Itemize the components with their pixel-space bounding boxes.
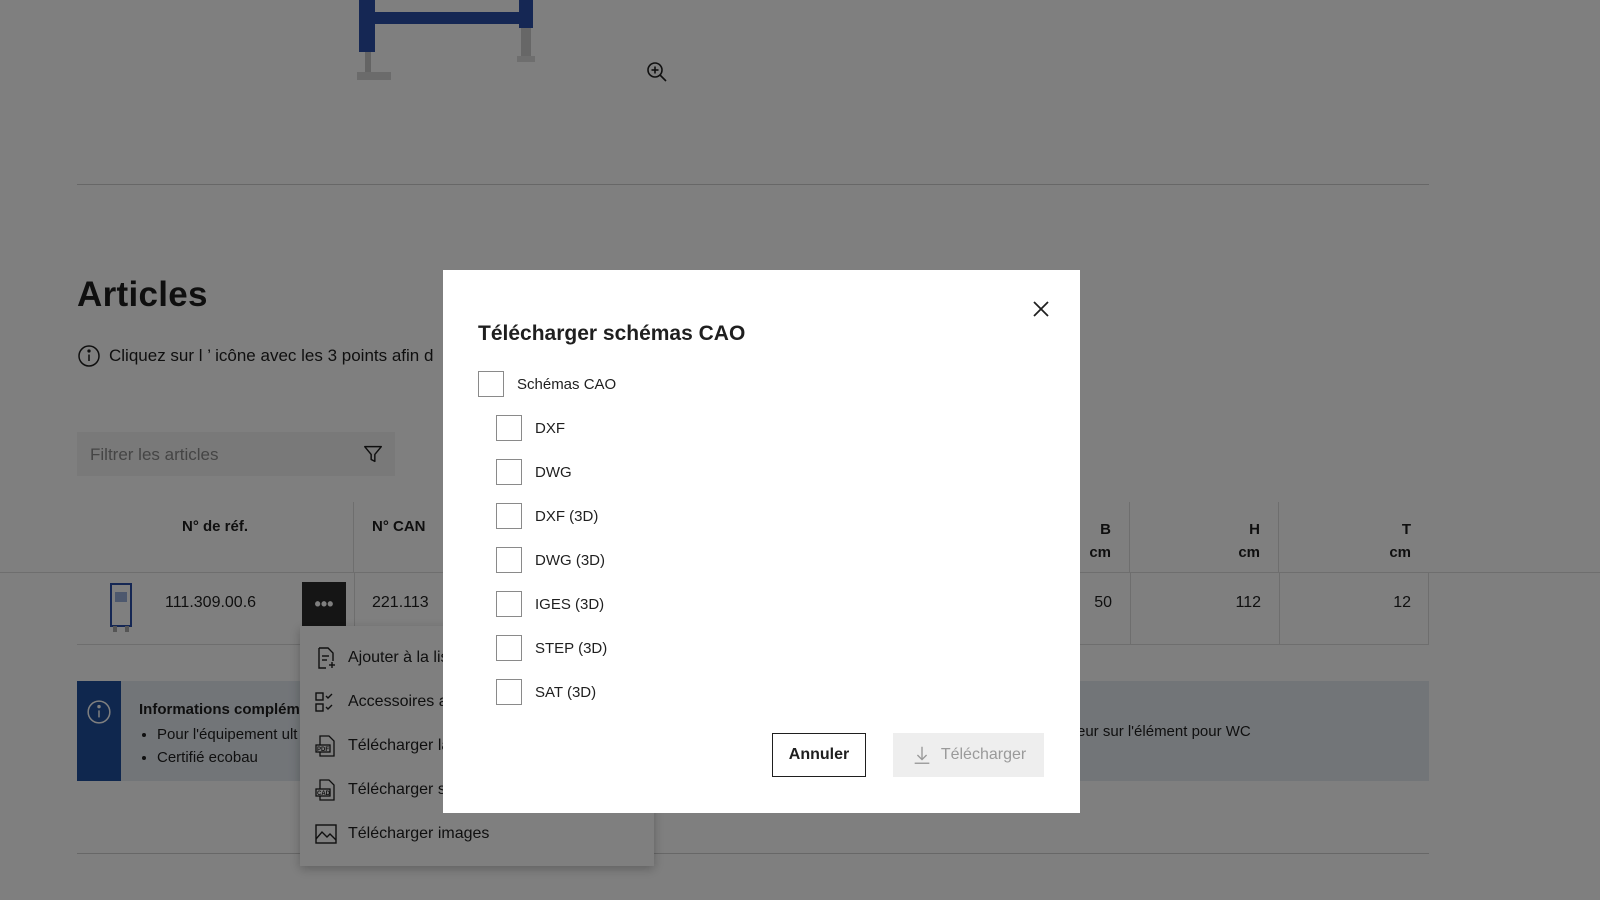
option-dxf-3d[interactable]: DXF (3D) [496, 503, 598, 529]
option-label: Schémas CAO [517, 375, 617, 393]
option-iges-3d[interactable]: IGES (3D) [496, 591, 604, 617]
option-step-3d[interactable]: STEP (3D) [496, 635, 607, 661]
option-label: SAT (3D) [535, 683, 597, 701]
option-label: STEP (3D) [535, 639, 608, 657]
cancel-button[interactable]: Annuler [772, 733, 866, 777]
checkbox[interactable] [496, 679, 522, 705]
checkbox[interactable] [496, 635, 522, 661]
option-dwg-3d[interactable]: DWG (3D) [496, 547, 605, 573]
download-button-label: Télécharger [940, 746, 1027, 763]
product-page: Articles Cliquez sur l ’ icône avec les … [0, 0, 1600, 900]
close-icon [1033, 301, 1049, 317]
option-label: DXF (3D) [535, 507, 599, 525]
download-cad-dialog: Télécharger schémas CAO Schémas CAO DXF … [443, 270, 1080, 813]
download-icon [914, 746, 930, 764]
download-button[interactable]: Télécharger [893, 733, 1044, 777]
close-button[interactable] [1026, 294, 1056, 324]
option-dxf[interactable]: DXF [496, 415, 565, 441]
option-cad-schemas[interactable]: Schémas CAO [478, 371, 616, 397]
checkbox[interactable] [478, 371, 504, 397]
checkbox[interactable] [496, 415, 522, 441]
option-sat-3d[interactable]: SAT (3D) [496, 679, 596, 705]
option-label: DXF [535, 419, 565, 437]
option-label: IGES (3D) [535, 595, 605, 613]
checkbox[interactable] [496, 459, 522, 485]
option-label: DWG [535, 463, 572, 481]
checkbox[interactable] [496, 591, 522, 617]
checkbox[interactable] [496, 503, 522, 529]
dialog-title: Télécharger schémas CAO [478, 322, 746, 345]
option-dwg[interactable]: DWG [496, 459, 572, 485]
option-label: DWG (3D) [535, 551, 605, 569]
checkbox[interactable] [496, 547, 522, 573]
